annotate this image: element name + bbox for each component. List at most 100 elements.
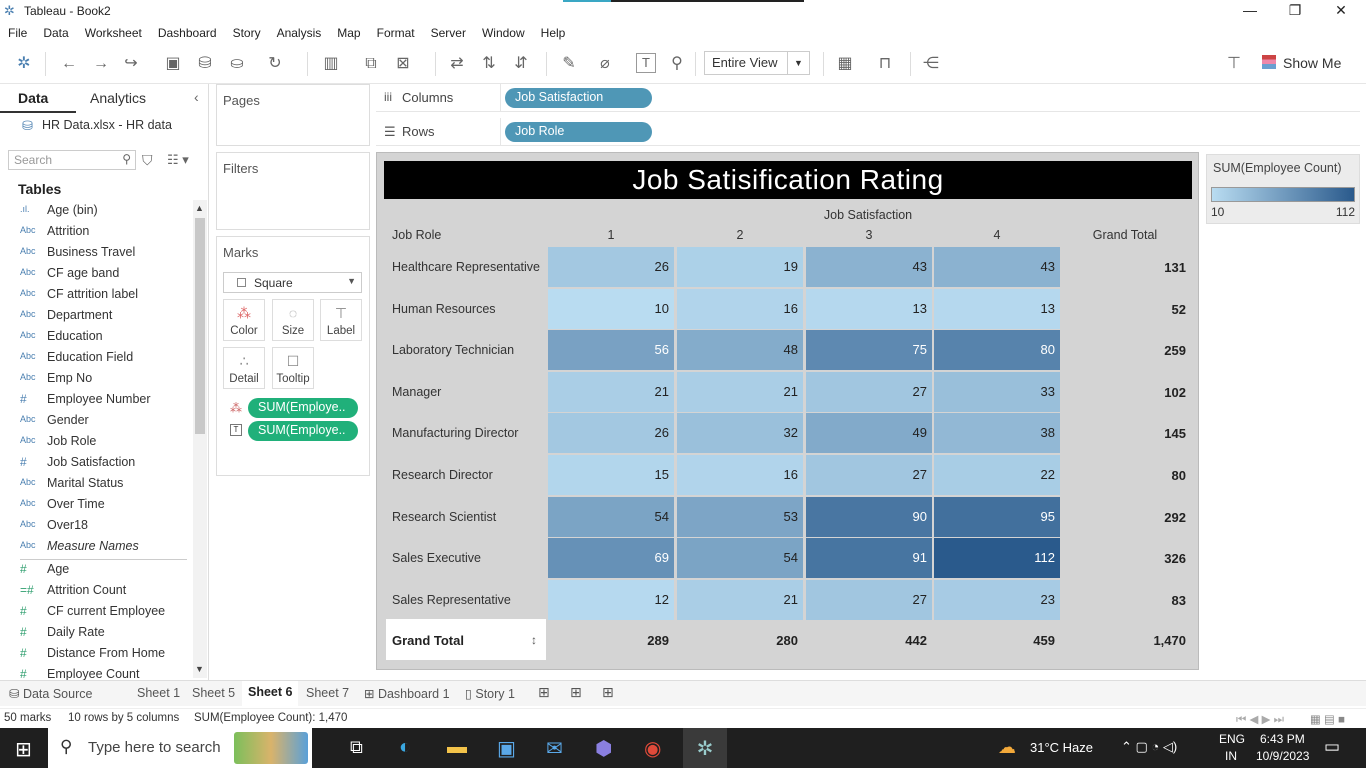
field-item[interactable]: # Daily Rate (0, 623, 192, 644)
scroll-up-icon[interactable]: ▲ (195, 203, 204, 213)
tooltip-button[interactable]: ☐ Tooltip (272, 347, 314, 389)
sheet-sorter-icon[interactable]: ▦ ▤ ■ (1310, 712, 1345, 726)
column-header-2[interactable]: 2 (677, 228, 803, 242)
menu-story[interactable]: Story (225, 24, 269, 40)
clock-time[interactable]: 6:43 PM (1260, 732, 1305, 746)
menu-analysis[interactable]: Analysis (269, 24, 330, 40)
field-item[interactable]: Abc Department (0, 306, 192, 327)
field-item[interactable]: Abc Marital Status (0, 474, 192, 495)
show-me-icon[interactable] (1262, 55, 1276, 69)
replay-icon[interactable]: ↪ (120, 53, 142, 75)
heatmap-cell[interactable]: 22 (934, 455, 1060, 495)
tab-story-1[interactable]: ▯ Story 1 (465, 686, 515, 701)
tab-analytics[interactable]: Analytics (90, 90, 146, 106)
column-grand-total[interactable]: 442 (806, 633, 927, 648)
share-icon[interactable]: ⋲ (920, 53, 942, 75)
row-label[interactable]: Sales Representative (392, 593, 511, 607)
menu-window[interactable]: Window (474, 24, 533, 40)
filter-icon[interactable]: ⛉ (142, 152, 153, 169)
field-item[interactable]: Abc CF attrition label (0, 285, 192, 306)
sort-icon[interactable]: ↕ (531, 633, 537, 647)
column-grand-total[interactable]: 280 (677, 633, 798, 648)
row-label[interactable]: Human Resources (392, 302, 496, 316)
row-grand-total[interactable]: 326 (1062, 551, 1186, 566)
tab-sheet-7[interactable]: Sheet 7 (306, 686, 349, 700)
field-item[interactable]: Abc Business Travel (0, 243, 192, 264)
view-options-icon[interactable]: ☷ ▾ (167, 152, 189, 168)
show-cards-icon[interactable]: ▦ (834, 53, 856, 75)
heatmap-cell[interactable]: 112 (934, 538, 1060, 578)
field-item[interactable]: Abc Emp No (0, 369, 192, 390)
column-grand-total[interactable]: 459 (934, 633, 1055, 648)
field-item[interactable]: Abc CF age band (0, 264, 192, 285)
row-label[interactable]: Manufacturing Director (392, 426, 518, 440)
field-item[interactable]: Abc Gender (0, 411, 192, 432)
tableau-home-icon[interactable]: ✲ (13, 53, 35, 75)
chrome-icon[interactable]: ◉ (644, 736, 661, 761)
heatmap-cell[interactable]: 53 (677, 497, 803, 537)
heatmap-cell[interactable]: 32 (677, 413, 803, 453)
heatmap-cell[interactable]: 15 (548, 455, 674, 495)
heatmap-cell[interactable]: 27 (806, 580, 932, 620)
heatmap-cell[interactable]: 33 (934, 372, 1060, 412)
search-input[interactable]: Search ⚲ (8, 150, 136, 170)
field-item[interactable]: # Job Satisfaction (0, 453, 192, 474)
row-grand-total[interactable]: 145 (1062, 426, 1186, 441)
heatmap-cell[interactable]: 27 (806, 455, 932, 495)
field-item[interactable]: # Employee Number (0, 390, 192, 411)
new-worksheet-icon[interactable]: ▥ (320, 53, 342, 75)
column-header-1[interactable]: 1 (548, 228, 674, 242)
mark-type-dropdown[interactable]: Square ▼ (223, 272, 362, 293)
row-label[interactable]: Healthcare Representative (392, 260, 540, 274)
language-indicator[interactable]: ENG (1219, 732, 1245, 746)
heatmap-cell[interactable]: 16 (677, 455, 803, 495)
heatmap-cell[interactable]: 69 (548, 538, 674, 578)
heatmap-cell[interactable]: 48 (677, 330, 803, 370)
heatmap-cell[interactable]: 80 (934, 330, 1060, 370)
tab-sheet-1[interactable]: Sheet 1 (137, 686, 180, 700)
new-datasource-icon[interactable]: ⛁ (194, 53, 216, 75)
column-header-grand-total[interactable]: Grand Total (1062, 228, 1188, 242)
heatmap-cell[interactable]: 26 (548, 413, 674, 453)
heatmap-cell[interactable]: 13 (806, 289, 932, 329)
new-dashboard-tab-icon[interactable]: ⊞ (570, 684, 582, 701)
mail-icon[interactable]: ✉ (546, 736, 563, 761)
heatmap-cell[interactable]: 27 (806, 372, 932, 412)
field-item[interactable]: Abc Attrition (0, 222, 192, 243)
field-item[interactable]: Abc Education (0, 327, 192, 348)
heatmap-cell[interactable]: 49 (806, 413, 932, 453)
row-label[interactable]: Laboratory Technician (392, 343, 514, 357)
heatmap-cell[interactable]: 91 (806, 538, 932, 578)
save-icon[interactable]: ▣ (162, 53, 184, 75)
row-label[interactable]: Research Scientist (392, 510, 496, 524)
columns-pill[interactable]: Job Satisfaction (505, 88, 652, 108)
heatmap-cell[interactable]: 54 (548, 497, 674, 537)
tab-sheet-6[interactable]: Sheet 6 (242, 681, 299, 707)
show-mark-labels-icon[interactable]: T (636, 53, 656, 73)
taskbar-search[interactable]: ⚲ Type here to search (48, 728, 312, 768)
color-button[interactable]: ⁂ Color (223, 299, 265, 341)
show-me-button[interactable]: Show Me (1283, 55, 1341, 71)
file-explorer-icon[interactable]: ▬ (447, 736, 467, 759)
fix-axes-icon[interactable]: ⚲ (666, 53, 688, 75)
heatmap-cell[interactable]: 10 (548, 289, 674, 329)
pages-card[interactable]: Pages (216, 84, 370, 146)
label-button[interactable]: ⊤ Label (320, 299, 362, 341)
datasource-name[interactable]: HR Data.xlsx - HR data (42, 118, 172, 132)
menu-format[interactable]: Format (369, 24, 423, 40)
scroll-down-icon[interactable]: ▼ (195, 664, 204, 674)
scrollbar-thumb[interactable] (195, 218, 205, 434)
label-measure-pill[interactable]: SUM(Employe.. (248, 421, 358, 441)
rows-pill[interactable]: Job Role (505, 122, 652, 142)
refresh-icon[interactable]: ↻ (264, 53, 286, 75)
row-label[interactable]: Research Director (392, 468, 493, 482)
sheet-nav-icon[interactable]: ⏮ ◀ ▶ ⏭ (1236, 712, 1284, 727)
notifications-icon[interactable]: ▭ (1324, 737, 1340, 757)
heatmap-cell[interactable]: 23 (934, 580, 1060, 620)
menu-dashboard[interactable]: Dashboard (150, 24, 225, 40)
heatmap-cell[interactable]: 75 (806, 330, 932, 370)
presentation-mode-icon[interactable]: ⊓ (874, 53, 896, 75)
heatmap-cell[interactable]: 43 (934, 247, 1060, 287)
heatmap-cell[interactable]: 21 (677, 372, 803, 412)
windows-start-icon[interactable]: ⊞ (15, 737, 32, 762)
